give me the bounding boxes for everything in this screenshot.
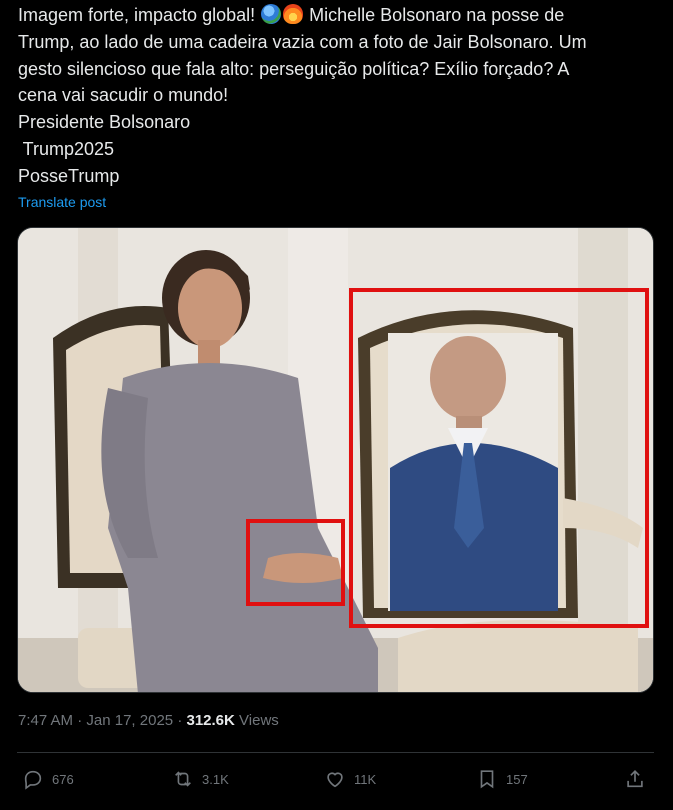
post-text-line: gesto silencioso que fala alto: persegui… [18,58,570,79]
reply-button[interactable]: 676 [22,764,74,794]
globe-emoji-icon [261,4,282,24]
reply-count: 676 [52,771,74,787]
translate-post-link[interactable]: Translate post [18,194,106,210]
reply-icon [24,770,42,790]
share-button[interactable] [624,764,646,794]
hashtag-text: Presidente Bolsonaro [18,112,191,133]
post-image[interactable] [17,227,654,693]
post-date[interactable]: Jan 17, 2025 [86,712,173,729]
bookmark-icon [480,770,494,789]
repost-button[interactable]: 3.1K [172,764,229,794]
hashtag-text: PosseTrump [18,165,120,186]
repost-count: 3.1K [202,771,229,787]
bookmark-button[interactable]: 157 [476,764,528,794]
views-label: Views [239,712,279,729]
bookmark-count: 157 [506,771,528,787]
post-text-segment: Michelle Bolsonaro na posse de [309,5,565,25]
meta-separator: · [177,712,183,729]
like-button[interactable]: 11K [324,764,376,794]
post-text-line: Trump, ao lado de uma cadeira vazia com … [18,31,587,52]
fire-emoji-icon [283,4,304,24]
post-text: Imagem forte, impacto global! Michelle B… [18,2,658,190]
post-text-line: Imagem forte, impacto global! Michelle B… [18,2,658,29]
post-text-segment: Imagem forte, impacto global! [18,5,256,25]
post-text-line: cena vai sacudir o mundo! [18,85,229,106]
heart-icon [327,772,343,788]
repost-icon [175,771,191,787]
post-image-illustration [18,228,653,692]
share-icon [627,770,643,788]
post-meta: 7:47 AM · Jan 17, 2025 · 312.6K Views [18,712,279,729]
post-time[interactable]: 7:47 AM [18,712,73,729]
divider [17,752,654,753]
hashtag-text: Trump2025 [18,138,115,159]
meta-separator: · [77,712,83,729]
action-bar: 676 3.1K 11K 157 [18,764,654,794]
views-count: 312.6K [186,712,235,729]
like-count: 11K [354,771,377,787]
